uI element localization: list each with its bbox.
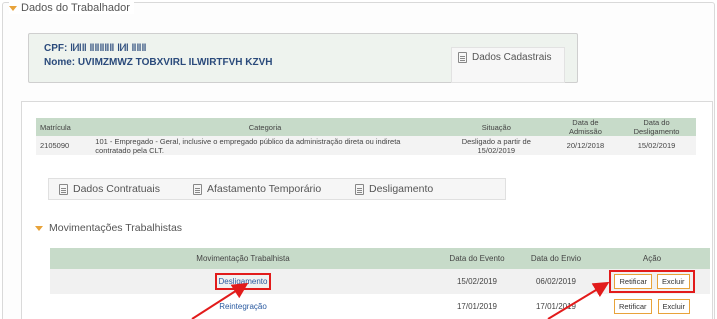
- arrow-to-desligamento: [191, 282, 249, 319]
- annotation-arrows: [191, 281, 610, 319]
- arrow-to-actions: [547, 281, 610, 319]
